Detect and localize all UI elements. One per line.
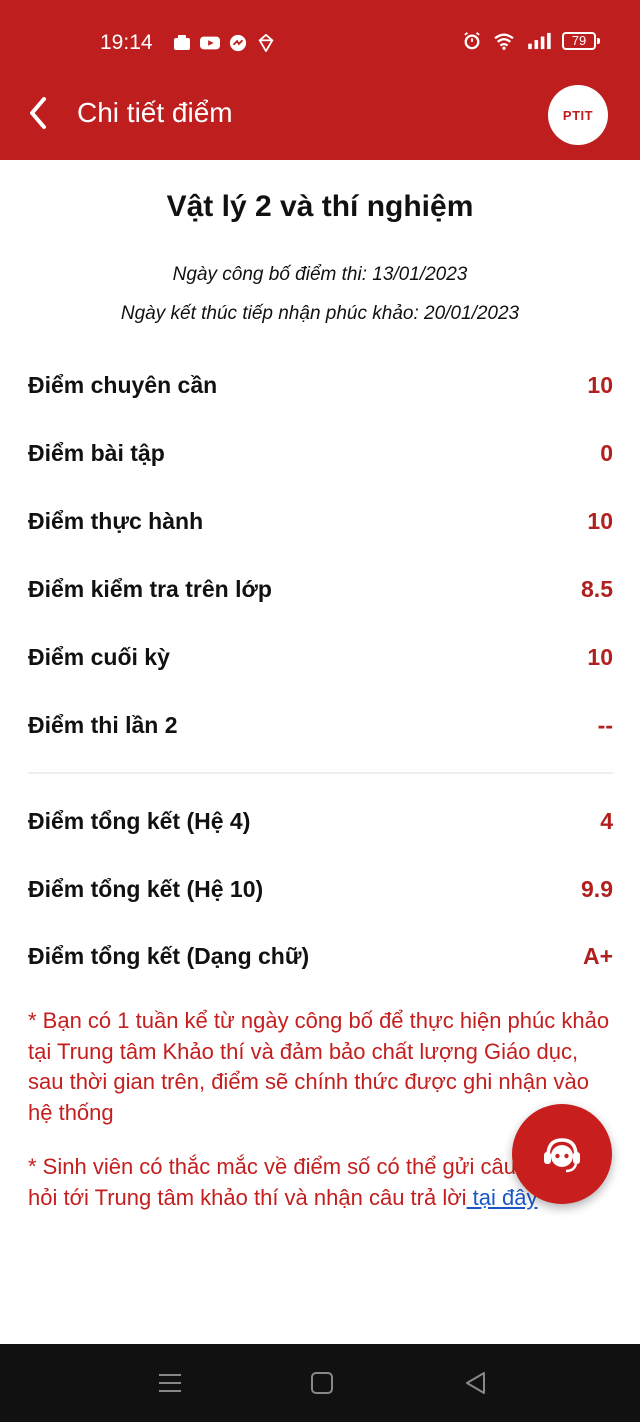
page-title: Chi tiết điểm [77,97,233,128]
total-value: 9.9 [581,876,613,902]
wifi-icon [494,33,514,50]
score-label: Điểm chuyên cần [28,372,218,398]
ptit-logo: PTIT [548,85,608,145]
battery-indicator: 79 [562,32,600,50]
score-value: 8.5 [581,576,613,602]
score-row: Điểm chuyên cần 10 [28,372,613,402]
status-right-icons: 79 [462,32,600,50]
score-value: 0 [600,440,613,466]
logo-text: PTIT [562,107,594,123]
total-label: Điểm tổng kết (Dạng chữ) [28,943,310,969]
messenger-icon [229,34,247,52]
total-row: Điểm tổng kết (Hệ 10) 9.9 [28,876,613,906]
back-triangle-icon [466,1372,485,1394]
menu-icon [159,1374,181,1392]
appeal-end-date: Ngày kết thúc tiếp nhận phúc khảo: 20/01… [120,303,520,324]
home-icon [311,1372,333,1394]
back-arrow-icon [30,97,46,129]
divider [28,772,613,774]
score-value: -- [597,712,613,738]
total-value: 4 [600,808,613,834]
alarm-icon [464,32,480,50]
score-value: 10 [587,644,613,670]
status-time: 19:14 [100,31,153,54]
score-label: Điểm bài tập [28,440,165,466]
support-chat-button[interactable] [512,1104,612,1204]
score-row: Điểm thực hành 10 [28,508,613,538]
question-note: * Sinh viên có thắc mắc về điểm số có th… [28,1152,548,1213]
score-value: 10 [587,508,613,534]
app-icon [258,34,274,52]
signal-icon [528,32,551,50]
score-row: Điểm bài tập 0 [28,440,613,470]
system-nav-bar [0,1344,640,1422]
back-nav-button[interactable] [462,1370,490,1396]
announce-date: Ngày công bố điểm thi: 13/01/2023 [172,264,468,285]
score-row: Điểm thi lần 2 -- [28,712,613,742]
youtube-icon [200,36,220,50]
score-label: Điểm cuối kỳ [28,644,170,670]
total-row: Điểm tổng kết (Hệ 4) 4 [28,808,613,838]
score-row: Điểm kiểm tra trên lớp 8.5 [28,576,613,606]
support-chat-icon [544,1138,580,1173]
back-button[interactable] [22,90,58,136]
notification-icon [174,35,190,50]
score-label: Điểm thực hành [28,508,204,534]
score-row: Điểm cuối kỳ 10 [28,644,613,674]
question-note-text: * Sinh viên có thắc mắc về điểm số có th… [28,1154,516,1210]
app-bar: 19:14 79 Chi tiết điểm PTIT [0,0,640,160]
home-nav-button[interactable] [308,1370,336,1396]
total-label: Điểm tổng kết (Hệ 4) [28,808,251,834]
appeal-note: * Bạn có 1 tuần kể từ ngày công bố để th… [28,1008,610,1125]
menu-nav-button[interactable] [156,1370,184,1396]
total-row: Điểm tổng kết (Dạng chữ) A+ [28,943,613,973]
subject-title: Vật lý 2 và thí nghiệm [166,190,474,223]
score-label: Điểm kiểm tra trên lớp [28,576,272,602]
total-label: Điểm tổng kết (Hệ 10) [28,876,264,902]
score-label: Điểm thi lần 2 [28,712,178,738]
score-value: 10 [587,372,613,398]
status-left-icons [172,34,276,52]
total-value: A+ [582,943,613,969]
